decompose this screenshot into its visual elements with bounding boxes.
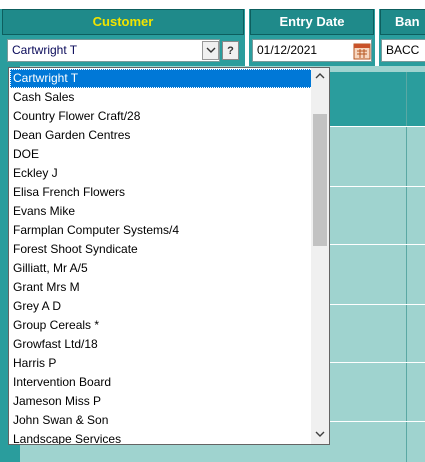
window-title-strip <box>0 0 425 9</box>
list-item[interactable]: Farmplan Computer Systems/4 <box>10 221 313 240</box>
grid-column-line <box>406 72 407 462</box>
customer-combo-input[interactable]: Cartwright T <box>7 39 220 62</box>
scroll-up-button[interactable] <box>311 68 329 85</box>
list-item[interactable]: Grant Mrs M <box>10 278 313 297</box>
header-divider <box>245 9 249 66</box>
bank-input[interactable]: BACC <box>381 39 425 62</box>
list-item[interactable]: Elisa French Flowers <box>10 183 313 202</box>
grid-row-line <box>330 126 425 127</box>
grid-row-line <box>330 362 425 363</box>
grid-row-line <box>330 244 425 245</box>
dropdown-scrollbar[interactable] <box>311 68 329 444</box>
customer-help-button[interactable]: ? <box>222 41 239 60</box>
chevron-down-icon <box>315 430 325 441</box>
scroll-down-button[interactable] <box>311 427 329 444</box>
list-item[interactable]: Dean Garden Centres <box>10 126 313 145</box>
list-item[interactable]: Growfast Ltd/18 <box>10 335 313 354</box>
list-item[interactable]: Eckley J <box>10 164 313 183</box>
list-item[interactable]: DOE <box>10 145 313 164</box>
list-item[interactable]: Landscape Services <box>10 430 313 444</box>
list-item[interactable]: Country Flower Craft/28 <box>10 107 313 126</box>
grid-row-line <box>330 421 425 422</box>
list-item[interactable]: Intervention Board <box>10 373 313 392</box>
chevron-down-icon <box>206 45 216 57</box>
customer-header: Customer <box>2 9 244 35</box>
list-item[interactable]: John Swan & Son <box>10 411 313 430</box>
list-item[interactable]: Group Cereals * <box>10 316 313 335</box>
calendar-icon <box>353 43 371 64</box>
bank-header: Ban <box>380 9 425 35</box>
list-item[interactable]: Harris P <box>10 354 313 373</box>
list-item[interactable]: Grey A D <box>10 297 313 316</box>
customer-dropdown-button[interactable] <box>202 41 219 60</box>
calendar-button[interactable] <box>353 41 371 60</box>
grid-row-line <box>330 186 425 187</box>
list-item[interactable]: Evans Mike <box>10 202 313 221</box>
clipped-title-text <box>180 0 185 9</box>
header-divider-2 <box>375 9 379 66</box>
chevron-up-icon <box>315 71 325 82</box>
list-item[interactable]: Forest Shoot Syndicate <box>10 240 313 259</box>
customer-dropdown-list[interactable]: Cartwright T Cash Sales Country Flower C… <box>8 67 330 445</box>
list-item[interactable]: Jameson Miss P <box>10 392 313 411</box>
grid-row-line <box>330 304 425 305</box>
list-item[interactable]: Gilliatt, Mr A/5 <box>10 259 313 278</box>
list-item[interactable]: Cash Sales <box>10 88 313 107</box>
list-item[interactable]: Cartwright T <box>10 69 313 88</box>
entry-date-header: Entry Date <box>250 9 374 35</box>
scrollbar-thumb[interactable] <box>313 114 327 246</box>
